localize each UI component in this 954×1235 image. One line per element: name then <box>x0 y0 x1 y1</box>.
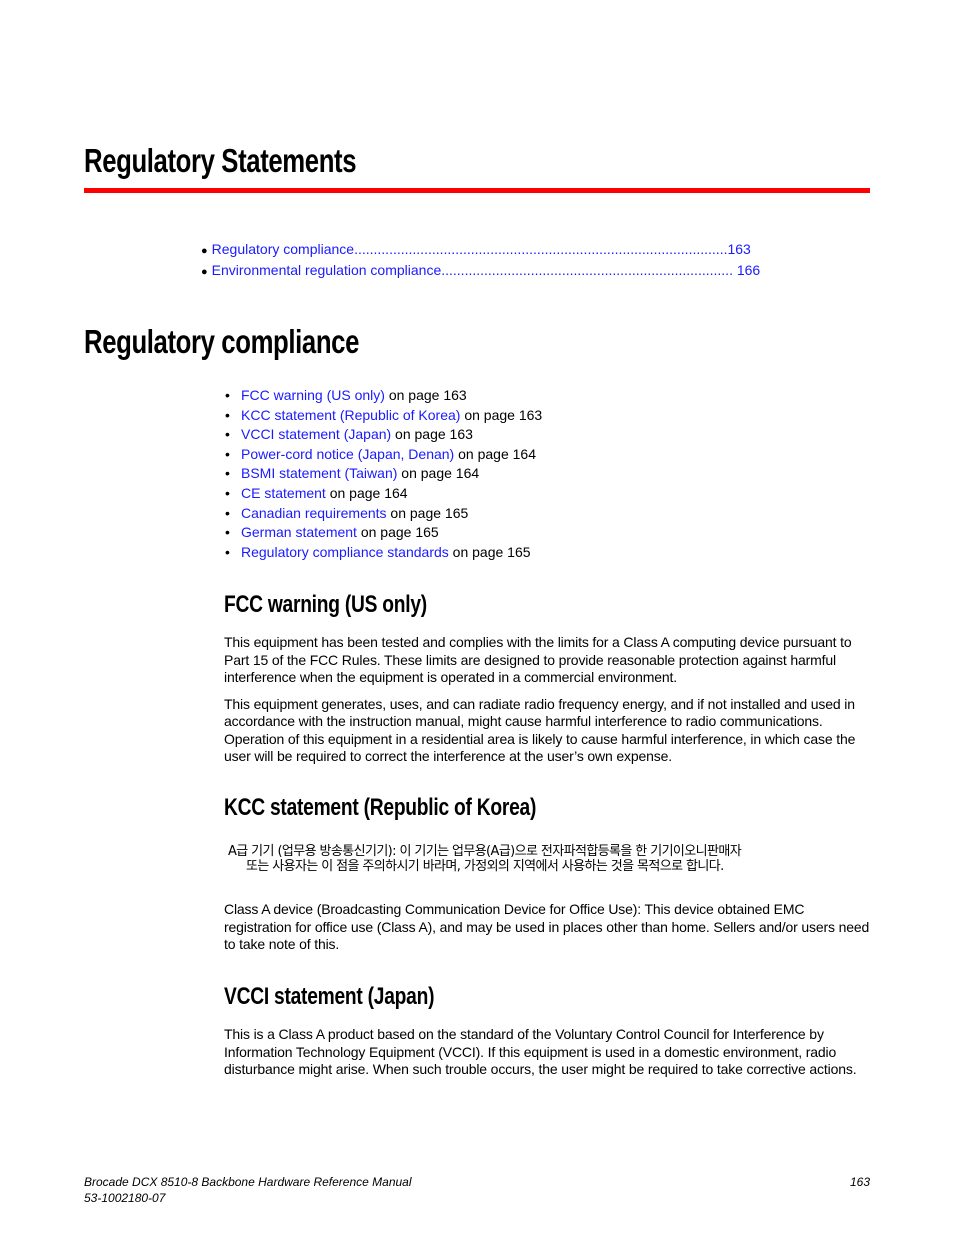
kcc-paragraph: Class A device (Broadcasting Communicati… <box>224 901 870 952</box>
chapter-title: Regulatory Statements <box>84 142 357 179</box>
section-link-item: • CE statement on page 164 <box>225 484 542 504</box>
section-link[interactable]: BSMI statement (Taiwan) <box>241 465 397 481</box>
chapter-toc-item[interactable]: ● Regulatory compliance..................… <box>201 241 751 257</box>
section-link[interactable]: KCC statement (Republic of Korea) <box>241 407 460 423</box>
fcc-paragraph-1: This equipment has been tested and compl… <box>224 634 852 685</box>
page-ref: on page 163 <box>384 387 467 403</box>
kcc-korean-line-1: A급 기기 (업무용 방송통신기기): 이 기기는 업무용(A급)으로 전자파적… <box>228 844 742 859</box>
footer-page-number: 163 <box>850 1175 871 1189</box>
toc-leader: ........................................… <box>354 241 728 257</box>
bullet-icon: ● <box>201 266 208 278</box>
toc-label[interactable]: Regulatory compliance <box>212 241 354 257</box>
footer-manual-title: Brocade DCX 8510-8 Backbone Hardware Ref… <box>84 1175 412 1189</box>
page-ref: on page 164 <box>325 484 408 501</box>
section-link[interactable]: Power-cord notice (Japan, Denan) <box>241 446 454 462</box>
bullet-icon: • <box>225 524 230 541</box>
bullet-icon: • <box>225 426 230 443</box>
vcci-body: This is a Class A product based on the s… <box>224 1026 874 1079</box>
vcci-heading: VCCI statement (Japan) <box>224 983 435 1010</box>
toc-leader: ........................................… <box>441 262 737 278</box>
page-ref: on page 163 <box>460 406 543 423</box>
toc-page[interactable]: 166 <box>737 262 760 278</box>
section-link-item: • BSMI statement (Taiwan) on page 164 <box>225 464 542 484</box>
page-ref: on page 163 <box>391 426 473 443</box>
kcc-korean-line-2: 또는 사용자는 이 점을 주의하시기 바라며, 가정외의 지역에서 사용하는 것… <box>246 859 724 874</box>
kcc-body: Class A device (Broadcasting Communicati… <box>224 901 874 954</box>
section-title: Regulatory compliance <box>84 323 360 360</box>
bullet-icon: • <box>225 445 230 462</box>
toc-label[interactable]: Environmental regulation compliance <box>212 262 442 278</box>
section-link-item: • KCC statement (Republic of Korea) on pa… <box>225 406 543 426</box>
page-ref: on page 165 <box>356 524 439 541</box>
bullet-icon: • <box>225 465 230 482</box>
section-link[interactable]: VCCI statement (Japan) <box>241 426 391 442</box>
section-link-item: • VCCI statement (Japan) on page 163 <box>225 425 542 445</box>
chapter-toc-item[interactable]: ● Environmental regulation compliance....… <box>201 262 760 278</box>
section-link-item: • German statement on page 165 <box>225 523 542 543</box>
section-link[interactable]: Canadian requirements <box>241 505 387 521</box>
section-link-item: • Regulatory compliance standards on page… <box>225 543 542 563</box>
fcc-paragraph-2: This equipment generates, uses, and can … <box>224 695 856 765</box>
page-ref: on page 165 <box>448 543 531 560</box>
section-link-list: • FCC warning (US only) on page 163 • KCC … <box>225 386 543 563</box>
section-link[interactable]: German statement <box>241 524 357 540</box>
toc-page[interactable]: 163 <box>727 241 750 257</box>
page-ref: on page 165 <box>386 504 469 521</box>
section-link-item: • Canadian requirements on page 165 <box>225 504 542 524</box>
fcc-body: This equipment has been tested and compl… <box>224 634 874 766</box>
section-link[interactable]: FCC warning (US only) <box>241 387 385 403</box>
page-ref: on page 164 <box>454 445 536 462</box>
footer-doc-number: 53-1002180-07 <box>84 1191 166 1205</box>
section-link[interactable]: Regulatory compliance standards <box>241 544 449 560</box>
section-link-item: • FCC warning (US only) on page 163 <box>225 386 542 406</box>
page-ref: on page 164 <box>397 465 480 482</box>
section-link[interactable]: CE statement <box>241 485 326 501</box>
fcc-heading: FCC warning (US only) <box>224 591 427 618</box>
bullet-icon: • <box>225 387 230 403</box>
chapter-rule <box>84 188 870 193</box>
section-link-item: • Power-cord notice (Japan, Denan) on pag… <box>225 445 542 465</box>
bullet-icon: ● <box>201 245 208 257</box>
vcci-paragraph: This is a Class A product based on the s… <box>224 1026 857 1077</box>
kcc-heading: KCC statement (Republic of Korea) <box>224 794 537 821</box>
bullet-icon: • <box>225 543 230 560</box>
bullet-icon: • <box>225 504 230 521</box>
bullet-icon: • <box>225 406 230 423</box>
bullet-icon: • <box>225 484 230 501</box>
